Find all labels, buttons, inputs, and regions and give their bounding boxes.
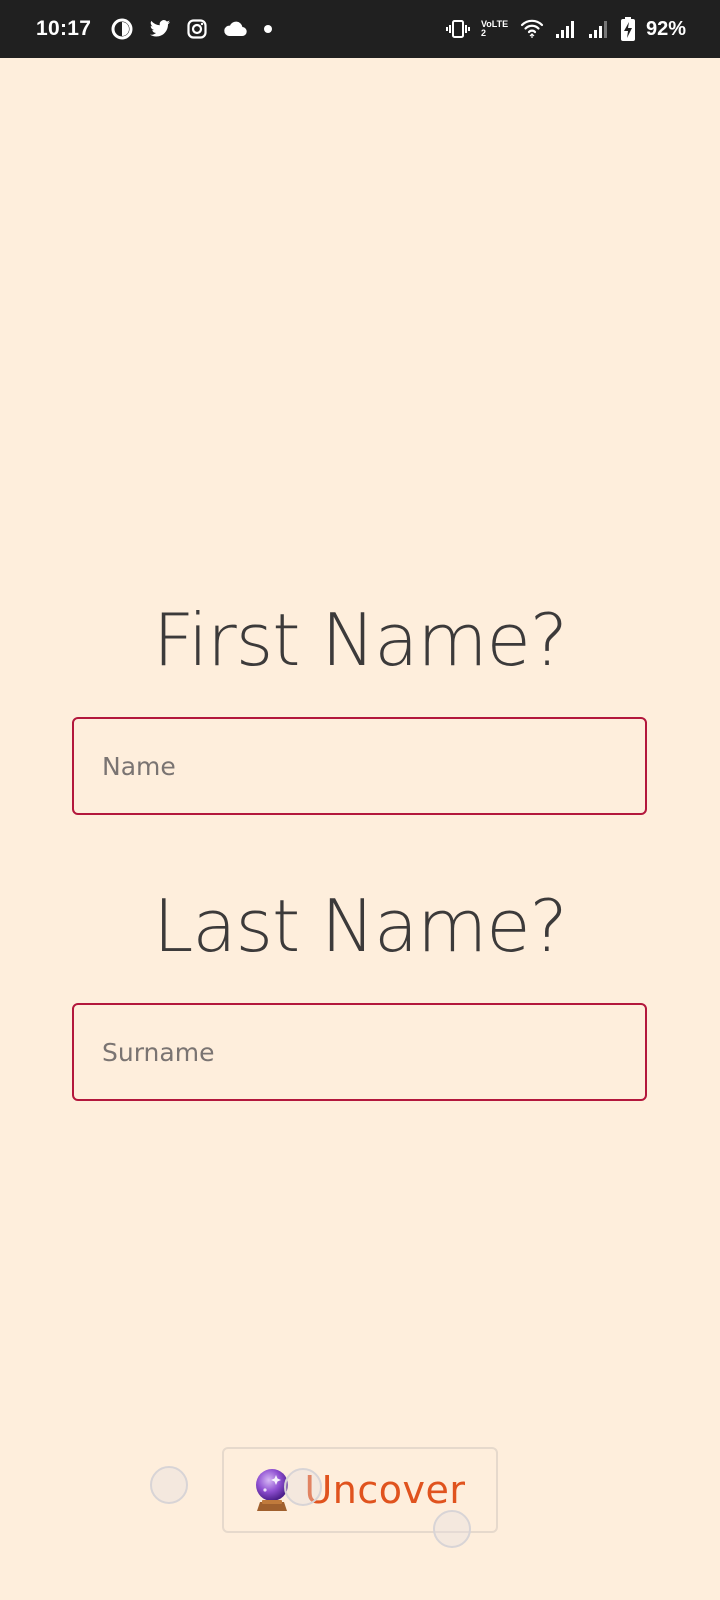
battery-percentage: 92% bbox=[645, 17, 686, 40]
uncover-label: Uncover bbox=[304, 1468, 466, 1512]
battery-charging-icon bbox=[620, 17, 635, 41]
volte-label: VoLTE2 bbox=[480, 19, 509, 38]
touch-indicator bbox=[284, 1468, 322, 1506]
status-bar-left: 10:17 bbox=[36, 0, 273, 58]
first-name-title: First Name? bbox=[152, 598, 568, 682]
cloud-icon bbox=[223, 21, 247, 37]
volte-icon: VoLTE2 bbox=[481, 20, 509, 38]
status-bar-right: VoLTE2 92% bbox=[445, 0, 686, 58]
vibrate-icon bbox=[445, 19, 470, 39]
signal-icon bbox=[588, 19, 610, 39]
signal-icon bbox=[555, 19, 577, 39]
last-name-input[interactable] bbox=[72, 1003, 647, 1101]
last-name-title: Last Name? bbox=[153, 884, 568, 968]
touch-indicator bbox=[150, 1466, 188, 1504]
status-bar: 10:17 VoLTE2 92% bbox=[0, 0, 720, 58]
first-name-input[interactable] bbox=[72, 717, 647, 815]
data-saver-icon bbox=[111, 18, 133, 40]
touch-indicator bbox=[433, 1510, 471, 1548]
app-screen: 10:17 VoLTE2 92% First Name? Name Last N… bbox=[0, 0, 720, 1600]
twitter-icon bbox=[149, 19, 171, 39]
wifi-icon bbox=[520, 19, 544, 39]
status-time: 10:17 bbox=[36, 17, 92, 40]
instagram-icon bbox=[187, 19, 207, 39]
dot-icon bbox=[263, 24, 273, 34]
